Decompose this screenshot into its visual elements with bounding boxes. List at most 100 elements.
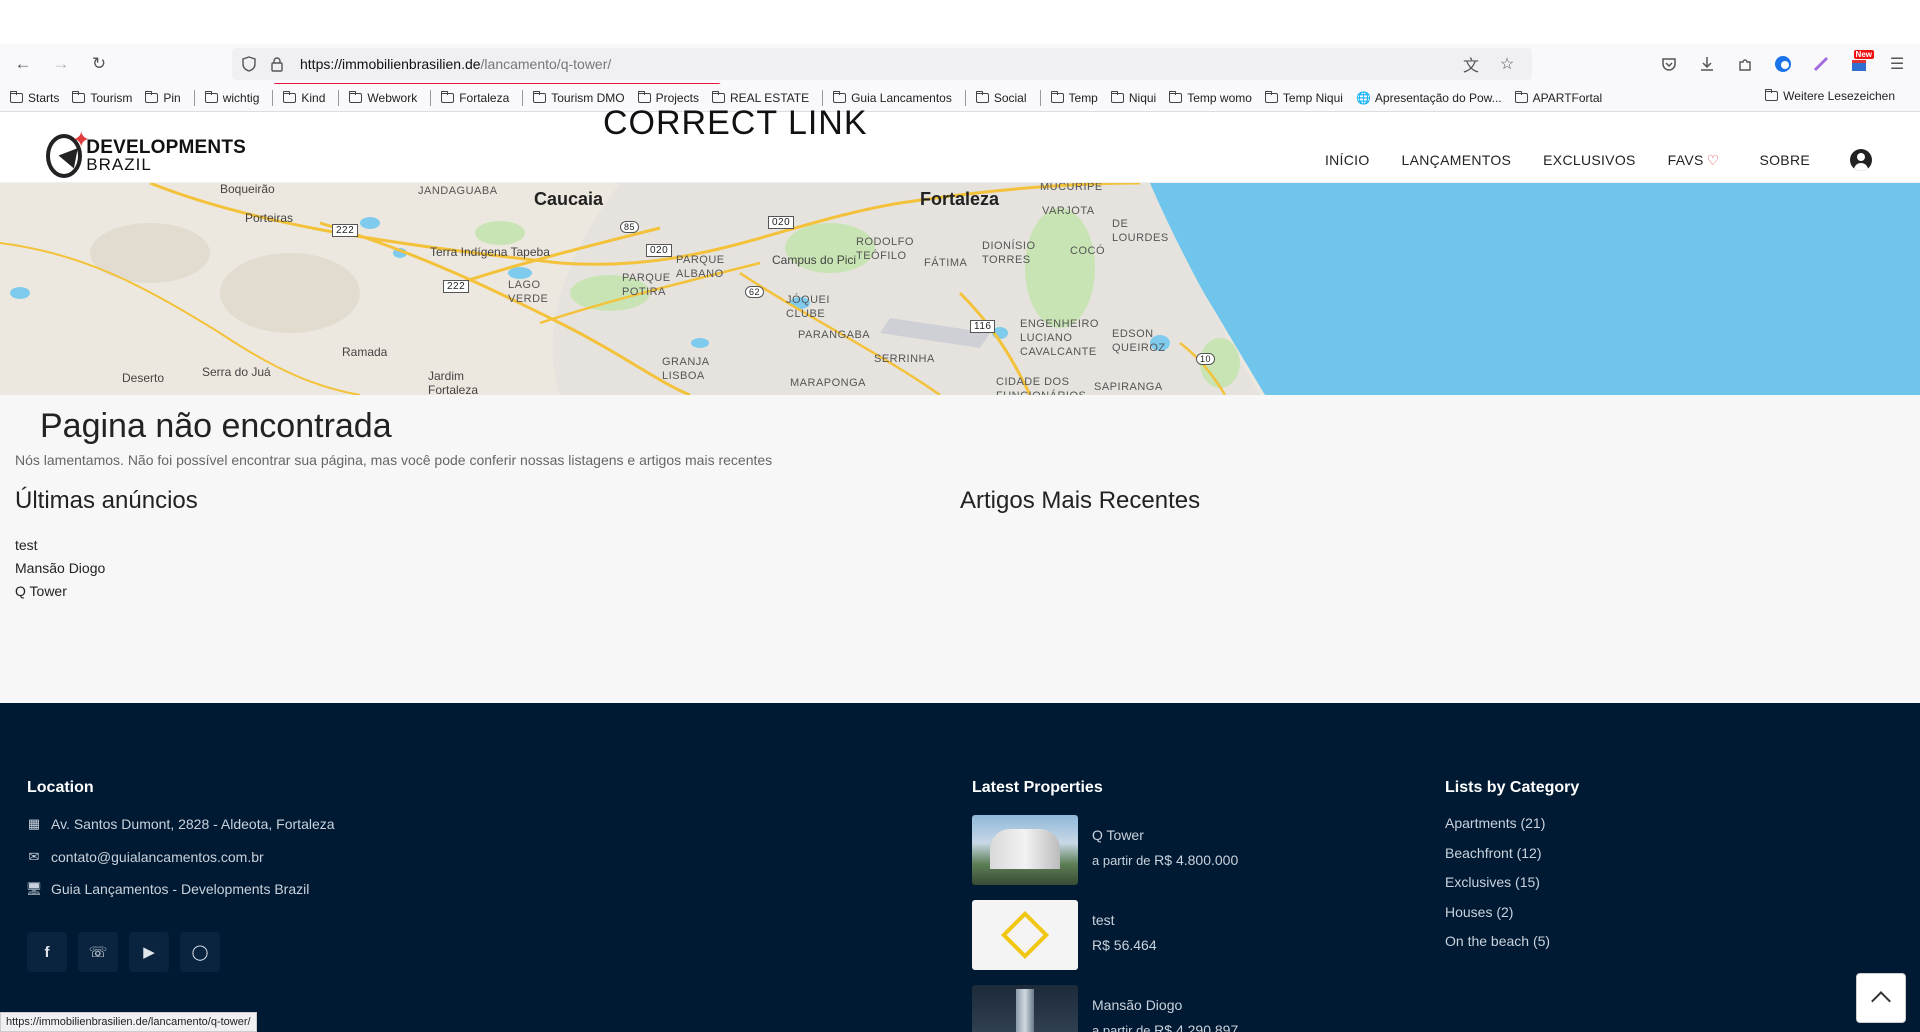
category-link[interactable]: Beachfront (12) xyxy=(1445,845,1542,861)
flag-extension-icon[interactable]: New xyxy=(1844,49,1874,79)
property-name[interactable]: test xyxy=(1092,912,1157,928)
user-account-icon[interactable] xyxy=(1850,149,1872,171)
nav-inicio[interactable]: INÍCIO xyxy=(1325,152,1370,168)
road-shield: 85 xyxy=(620,221,640,233)
scroll-to-top-button[interactable] xyxy=(1856,973,1906,1023)
folder-icon xyxy=(283,90,297,103)
bookmark-item[interactable]: Niqui xyxy=(1110,90,1156,105)
youtube-icon: ▶ xyxy=(143,944,155,961)
map-label: Jandaguaba xyxy=(418,185,498,197)
bookmarks-bar: Starts Tourism Pin wichtig Kind Webwork … xyxy=(0,84,1920,112)
folder-icon xyxy=(637,90,651,103)
bookmark-item[interactable]: APARTFortal xyxy=(1514,90,1602,105)
bookmark-separator xyxy=(1039,89,1041,106)
shield-icon[interactable] xyxy=(238,53,260,75)
bookmark-item[interactable]: Starts xyxy=(10,90,59,105)
category-link[interactable]: Exclusives (15) xyxy=(1445,874,1540,890)
property-name[interactable]: Q Tower xyxy=(1092,827,1238,843)
latest-ad-link[interactable]: Mansão Diogo xyxy=(15,560,105,576)
star-icon[interactable]: ☆ xyxy=(1492,49,1522,79)
bookmark-item[interactable]: Temp Niqui xyxy=(1264,90,1343,105)
bookmark-item[interactable]: Social xyxy=(975,90,1027,105)
download-icon[interactable] xyxy=(1692,49,1722,79)
map-label: Granja Lisboa xyxy=(662,356,710,382)
page-title: Pagina não encontrada xyxy=(40,407,392,445)
bookmark-separator xyxy=(272,89,274,106)
pocket-icon[interactable] xyxy=(1654,49,1684,79)
whatsapp-button[interactable]: ☏ xyxy=(78,932,118,972)
folder-icon xyxy=(1110,90,1124,103)
map-label: Campus do Pici xyxy=(772,253,857,267)
location-map[interactable]: Caucaia Fortaleza Boqueirão Porteiras Ja… xyxy=(0,183,1920,395)
bookmark-item[interactable]: Guia Lancamentos xyxy=(833,90,952,105)
forward-button[interactable]: → xyxy=(46,49,76,79)
nav-exclusivos[interactable]: EXCLUSIVOS xyxy=(1543,152,1635,168)
map-label: Jardim Fortaleza xyxy=(428,369,479,395)
map-label: Porteiras xyxy=(245,211,294,225)
folder-icon xyxy=(1169,90,1183,103)
bookmark-item[interactable]: Pin xyxy=(145,90,181,105)
property-thumbnail[interactable] xyxy=(972,985,1078,1032)
latest-ad-link[interactable]: Q Tower xyxy=(15,583,67,599)
translate-icon[interactable]: 文 xyxy=(1456,49,1486,79)
bookmark-item[interactable]: wichtig xyxy=(204,90,259,105)
back-button[interactable]: ← xyxy=(8,49,38,79)
bookmark-item[interactable]: Tourism DMO xyxy=(533,90,625,105)
folder-icon xyxy=(1050,90,1064,103)
youtube-button[interactable]: ▶ xyxy=(129,932,169,972)
bookmark-separator xyxy=(964,89,966,106)
folder-icon xyxy=(72,90,86,103)
edge-extension-icon[interactable] xyxy=(1768,49,1798,79)
extensions-icon[interactable] xyxy=(1730,49,1760,79)
bookmark-item[interactable]: Temp xyxy=(1050,90,1098,105)
folder-icon xyxy=(975,90,989,103)
category-link[interactable]: Apartments (21) xyxy=(1445,815,1545,831)
nav-sobre[interactable]: SOBRE xyxy=(1759,152,1810,168)
reload-button[interactable]: ↻ xyxy=(84,49,114,79)
bookmark-item[interactable]: Tourism xyxy=(72,90,132,105)
latest-property-item[interactable]: Q Tower a partir de R$ 4.800.000 xyxy=(972,815,1238,885)
map-label: Edson Queiroz xyxy=(1112,328,1166,354)
property-thumbnail[interactable] xyxy=(972,900,1078,970)
bookmark-item[interactable]: Fortaleza xyxy=(441,90,509,105)
map-label: Parque Potira xyxy=(622,272,671,298)
site-logo[interactable]: ✦ DEVELOPMENTS BRAZIL xyxy=(46,127,246,179)
latest-ad-link[interactable]: test xyxy=(15,537,38,553)
bookmark-item[interactable]: Projects xyxy=(637,90,699,105)
property-name[interactable]: Mansão Diogo xyxy=(1092,997,1238,1013)
map-label: Parangaba xyxy=(798,329,871,341)
map-label: Jóquei Clube xyxy=(786,294,830,320)
latest-property-item[interactable]: test R$ 56.464 xyxy=(972,900,1157,970)
property-price: R$ 56.464 xyxy=(1092,937,1157,953)
facebook-button[interactable]: f xyxy=(27,932,67,972)
footer-latest-title: Latest Properties xyxy=(972,779,1103,796)
bookmark-item[interactable]: 🌐 Apresentação do Pow... xyxy=(1356,91,1502,105)
globe-icon: 🌐 xyxy=(1355,90,1371,105)
lock-icon[interactable] xyxy=(266,53,288,75)
instagram-button[interactable]: ◯ xyxy=(180,932,220,972)
category-link[interactable]: On the beach (5) xyxy=(1445,933,1550,949)
footer-site[interactable]: 🖥 Guia Lançamentos - Developments Brazil xyxy=(26,881,310,897)
latest-property-item[interactable]: Mansão Diogo a partir de R$ 4.290.897 xyxy=(972,985,1238,1032)
bookmark-item[interactable]: REAL ESTATE xyxy=(711,90,809,105)
nav-favs[interactable]: FAVS ♡ xyxy=(1668,152,1720,169)
bookmark-item[interactable]: Kind xyxy=(283,90,325,105)
map-city-label: Caucaia xyxy=(534,189,604,209)
footer-email[interactable]: ✉ contato@guialancamentos.com.br xyxy=(27,849,264,865)
bookmark-item[interactable]: Webwork xyxy=(349,90,417,105)
property-thumbnail[interactable] xyxy=(972,815,1078,885)
nav-lancamentos[interactable]: LANÇAMENTOS xyxy=(1402,152,1512,168)
bookmark-item[interactable]: Temp womo xyxy=(1169,90,1252,105)
url-bar[interactable]: https://immobilienbrasilien.de/lancament… xyxy=(232,48,1532,80)
map-label: Terra Indígena Tapeba xyxy=(430,245,550,259)
category-link[interactable]: Houses (2) xyxy=(1445,904,1513,920)
property-price: a partir de R$ 4.290.897 xyxy=(1092,1022,1239,1032)
pen-extension-icon[interactable] xyxy=(1806,49,1836,79)
map-label: Mucuripe xyxy=(1040,183,1103,193)
other-bookmarks[interactable]: Weitere Lesezeichen xyxy=(1765,89,1895,103)
url-text[interactable]: https://immobilienbrasilien.de/lancament… xyxy=(300,56,611,72)
arrow-left-icon: ← xyxy=(14,54,32,73)
folder-icon xyxy=(1514,90,1528,103)
map-label: Deserto xyxy=(122,371,165,385)
menu-icon[interactable]: ☰ xyxy=(1882,49,1912,79)
